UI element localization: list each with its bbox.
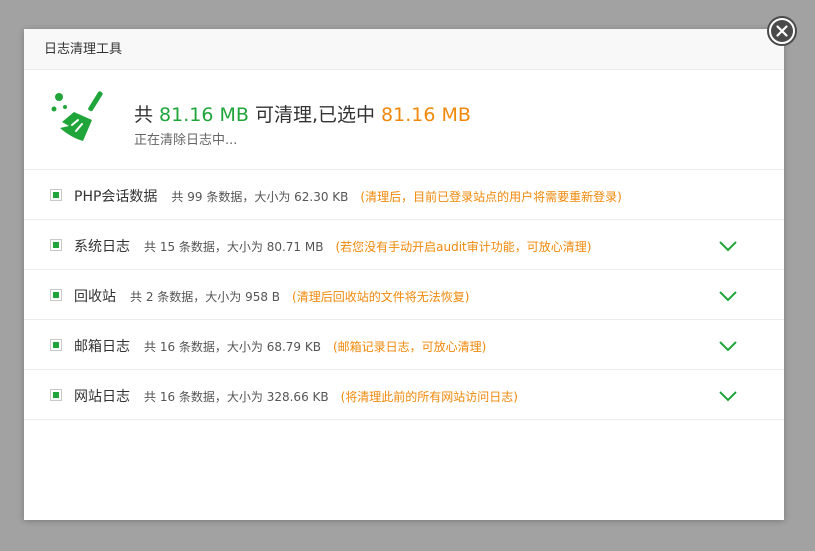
item-note: (若您没有手动开启audit审计功能，可放心清理) (335, 240, 592, 254)
list-item: PHP会话数据共 99 条数据，大小为 62.30 KB (清理后，目前已登录站点… (24, 170, 784, 220)
checkbox-checked-mark (53, 242, 59, 248)
item-text: PHP会话数据共 99 条数据，大小为 62.30 KB (清理后，目前已登录站点… (74, 186, 622, 206)
item-checkbox[interactable] (50, 289, 62, 301)
item-note: (将清理此前的所有网站访问日志) (340, 390, 518, 404)
item-text: 系统日志共 15 条数据，大小为 80.71 MB (若您没有手动开启audit审… (74, 236, 591, 256)
item-note: (清理后回收站的文件将无法恢复) (292, 290, 470, 304)
cleanup-summary: 共 81.16 MB 可清理,已选中 81.16 MB 正在清除日志中... (24, 70, 784, 170)
broom-icon (51, 91, 103, 141)
item-checkbox[interactable] (50, 389, 62, 401)
log-cleanup-dialog: 日志清理工具 共 81.16 MB 可清理,已选中 81.16 MB 正在清除日… (24, 29, 784, 520)
item-count: 共 2 条数据，大小为 958 B (130, 290, 281, 304)
item-note: (清理后，目前已登录站点的用户将需要重新登录) (360, 190, 622, 204)
cleanup-status: 正在清除日志中... (134, 133, 238, 148)
list-item: 系统日志共 15 条数据，大小为 80.71 MB (若您没有手动开启audit审… (24, 220, 784, 270)
chevron-down-icon[interactable] (718, 290, 738, 302)
item-name: 系统日志 (74, 239, 130, 255)
checkbox-checked-mark (53, 292, 59, 298)
item-checkbox[interactable] (50, 339, 62, 351)
item-name: PHP会话数据 (74, 189, 158, 205)
summary-line: 共 81.16 MB 可清理,已选中 81.16 MB (134, 100, 471, 127)
checkbox-checked-mark (53, 392, 59, 398)
summary-prefix: 共 (134, 104, 160, 126)
close-icon (776, 25, 788, 37)
item-count: 共 99 条数据，大小为 62.30 KB (171, 190, 349, 204)
checkbox-checked-mark (53, 192, 59, 198)
list-item: 网站日志共 16 条数据，大小为 328.66 KB (将清理此前的所有网站访问日… (24, 370, 784, 420)
total-size: 81.16 MB (159, 104, 249, 126)
list-item: 回收站共 2 条数据，大小为 958 B (清理后回收站的文件将无法恢复) (24, 270, 784, 320)
item-name: 网站日志 (74, 389, 130, 405)
dialog-header: 日志清理工具 (24, 29, 784, 70)
item-text: 网站日志共 16 条数据，大小为 328.66 KB (将清理此前的所有网站访问日… (74, 386, 518, 406)
item-count: 共 16 条数据，大小为 328.66 KB (144, 390, 329, 404)
selected-size: 81.16 MB (381, 104, 471, 126)
list-item: 邮箱日志共 16 条数据，大小为 68.79 KB (邮箱记录日志，可放心清理) (24, 320, 784, 370)
dialog-title: 日志清理工具 (44, 42, 123, 57)
item-count: 共 15 条数据，大小为 80.71 MB (144, 240, 324, 254)
item-text: 回收站共 2 条数据，大小为 958 B (清理后回收站的文件将无法恢复) (74, 286, 469, 306)
chevron-down-icon[interactable] (718, 240, 738, 252)
item-name: 邮箱日志 (74, 339, 130, 355)
close-button[interactable] (767, 16, 797, 46)
checkbox-checked-mark (53, 342, 59, 348)
item-checkbox[interactable] (50, 239, 62, 251)
item-count: 共 16 条数据，大小为 68.79 KB (144, 340, 321, 354)
item-name: 回收站 (74, 289, 116, 305)
chevron-down-icon[interactable] (718, 340, 738, 352)
item-note: (邮箱记录日志，可放心清理) (332, 340, 487, 354)
item-text: 邮箱日志共 16 条数据，大小为 68.79 KB (邮箱记录日志，可放心清理) (74, 336, 486, 356)
item-checkbox[interactable] (50, 189, 62, 201)
summary-middle: 可清理,已选中 (248, 104, 382, 126)
chevron-down-icon[interactable] (718, 390, 738, 402)
